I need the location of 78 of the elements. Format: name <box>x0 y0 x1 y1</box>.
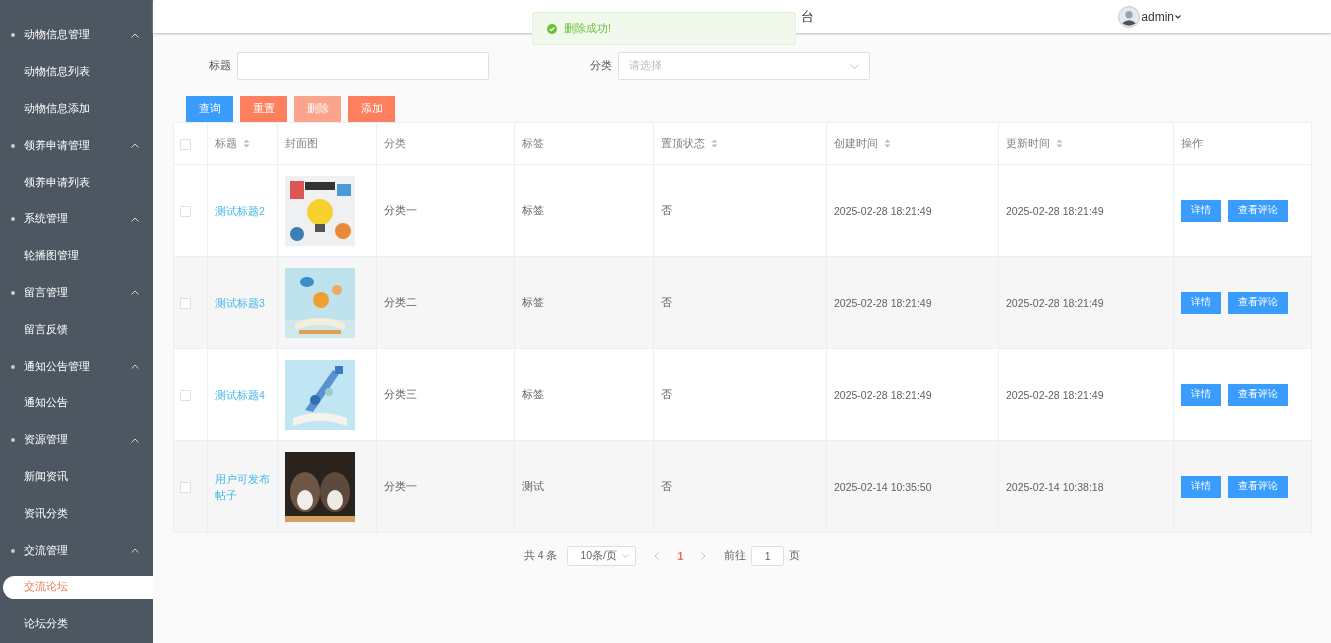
table-cell: 2025-02-14 10:35:50 <box>834 480 932 493</box>
title-input[interactable] <box>237 52 489 80</box>
menu-group[interactable]: 系统管理 <box>0 201 153 238</box>
table-cell: 标签 <box>522 203 544 216</box>
chevron-up-icon <box>131 32 139 38</box>
page-size-select[interactable]: 10条/页 <box>567 546 637 566</box>
filter-label: 标题 <box>209 59 230 73</box>
chevron-down-icon <box>622 554 630 558</box>
page-suffix: 页 <box>789 549 801 563</box>
table-cell: 2025-02-28 18:21:49 <box>834 388 932 401</box>
table-cell: 2025-02-28 18:21:49 <box>1006 296 1104 309</box>
checkbox[interactable] <box>180 389 191 401</box>
chevron-left-icon[interactable] <box>654 552 660 560</box>
filter-label: 分类 <box>590 59 611 73</box>
site-title: 台 <box>801 7 815 26</box>
user-menu[interactable]: admin <box>1141 9 1174 24</box>
chevron-up-icon <box>131 437 139 443</box>
chevron-up-icon <box>131 364 139 370</box>
menu-item[interactable]: 留言反馈 <box>3 322 68 337</box>
chevron-up-icon <box>131 290 139 296</box>
table-cell: 2025-02-14 10:38:18 <box>1006 480 1104 493</box>
menu-group[interactable]: 资源管理 <box>0 421 153 459</box>
menu-item[interactable]: 动物信息列表 <box>3 65 90 80</box>
table-cell: 2025-02-28 18:21:49 <box>834 204 932 217</box>
sort-icon <box>711 139 718 148</box>
menu-item[interactable]: 领养申请列表 <box>3 175 90 190</box>
table-cell: 分类二 <box>384 295 417 308</box>
menu-item[interactable]: 资讯分类 <box>3 506 68 521</box>
page-input[interactable]: 1 <box>751 546 785 566</box>
table-cell: 否 <box>661 387 672 400</box>
column-header: 操作 <box>1181 136 1203 151</box>
menu-group[interactable]: 留言管理 <box>0 274 153 312</box>
table-cell: 标签 <box>522 387 544 400</box>
chevron-up-icon <box>131 143 139 149</box>
table-cell: 2025-02-28 18:21:49 <box>1006 388 1104 401</box>
check-circle-icon <box>547 23 557 34</box>
caret-down-icon <box>1175 14 1181 19</box>
sort-icon <box>884 139 891 148</box>
checkbox[interactable] <box>180 297 191 309</box>
goto-label: 前往 <box>724 549 747 563</box>
chevron-right-icon[interactable] <box>701 552 707 560</box>
menu-group[interactable]: 交流管理 <box>0 532 153 569</box>
table-cell: 分类一 <box>384 479 417 492</box>
menu-group[interactable]: 领养申请管理 <box>0 127 153 165</box>
column-header: 标题 <box>215 136 237 151</box>
column-header: 置顶状态 <box>661 136 705 151</box>
chevron-up-icon <box>131 216 139 222</box>
table-cell: 否 <box>661 479 672 492</box>
column-header: 标签 <box>522 136 544 151</box>
menu-group[interactable]: 通知公告管理 <box>0 348 153 385</box>
table-cell: 分类三 <box>384 387 417 400</box>
table-cell: 否 <box>661 203 672 216</box>
column-header: 更新时间 <box>1006 136 1050 151</box>
column-header: 创建时间 <box>834 136 878 151</box>
total-count: 共 4 条 <box>523 549 558 563</box>
table-cell: 标签 <box>522 295 544 308</box>
menu-item[interactable]: 轮播图管理 <box>3 249 79 264</box>
menu-item[interactable]: 论坛分类 <box>3 617 68 632</box>
column-header: 封面图 <box>285 136 318 151</box>
toast-message: 删除成功! <box>564 21 611 36</box>
table-cell: 2025-02-28 18:21:49 <box>834 296 932 309</box>
sort-icon <box>1056 139 1063 148</box>
table-cell: 否 <box>661 295 672 308</box>
menu-item[interactable]: 通知公告 <box>3 396 68 411</box>
checkbox[interactable] <box>180 481 191 493</box>
sort-icon <box>243 139 250 148</box>
column-header: 分类 <box>384 136 406 151</box>
avatar-icon[interactable] <box>1118 5 1141 28</box>
chevron-up-icon <box>131 548 139 554</box>
table-cell: 2025-02-28 18:21:49 <box>1006 204 1104 217</box>
chevron-down-icon <box>850 63 859 69</box>
menu-item[interactable]: 动物信息添加 <box>3 102 90 116</box>
table-cell: 测试 <box>522 479 544 492</box>
table-cell: 分类一 <box>384 203 417 216</box>
checkbox[interactable] <box>180 138 191 150</box>
checkbox[interactable] <box>180 205 191 217</box>
menu-item[interactable]: 新闻资讯 <box>3 469 68 484</box>
menu-group[interactable]: 动物信息管理 <box>0 17 153 54</box>
